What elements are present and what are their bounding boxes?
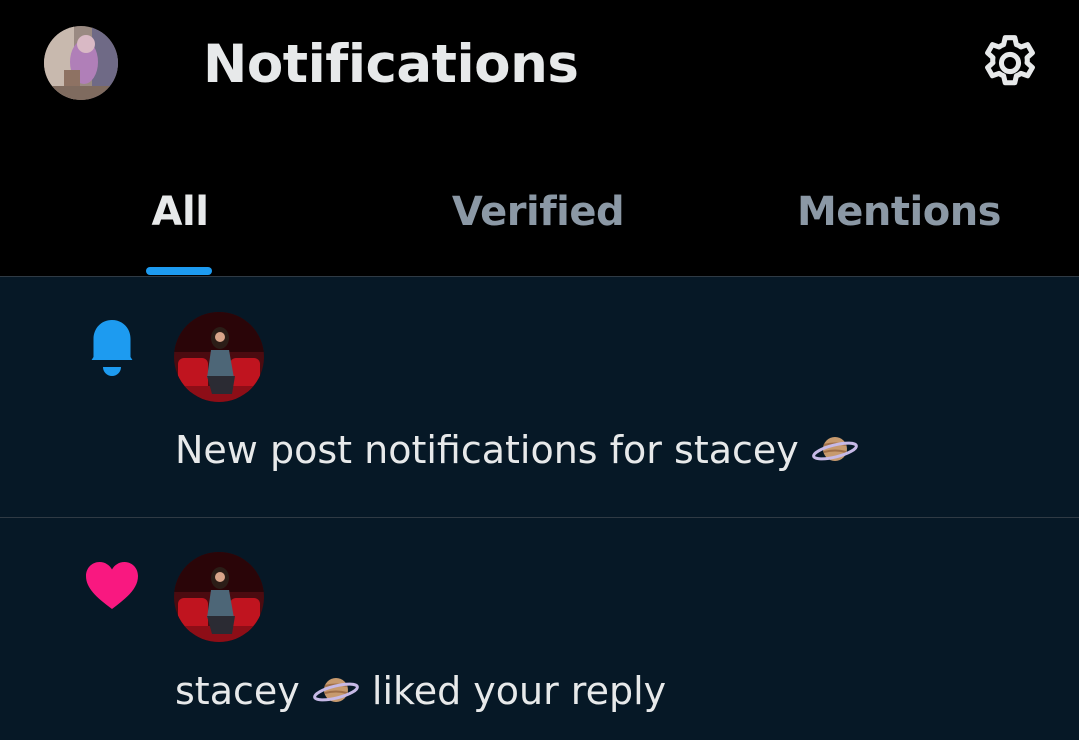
notification-text: stacey liked your reply xyxy=(175,666,666,716)
profile-avatar-image xyxy=(44,26,118,100)
user-name[interactable]: stacey xyxy=(674,428,799,472)
user-avatar[interactable] xyxy=(174,552,264,642)
notification-item[interactable]: stacey liked your reply xyxy=(0,518,1079,740)
page-title: Notifications xyxy=(203,34,579,95)
active-tab-indicator xyxy=(146,267,212,275)
notifications-screen: Notifications All Verified Mentions New … xyxy=(0,0,1079,740)
tab-verified-label: Verified xyxy=(451,189,625,235)
ringed-planet-emoji xyxy=(811,436,858,461)
tab-verified[interactable]: Verified xyxy=(358,170,718,276)
user-name[interactable]: stacey xyxy=(175,669,300,713)
user-avatar[interactable] xyxy=(174,312,264,402)
heart-icon xyxy=(82,557,142,617)
ringed-planet-emoji xyxy=(312,677,359,702)
gear-icon xyxy=(985,35,1035,86)
notification-tabs: All Verified Mentions xyxy=(0,170,1079,276)
top-header: Notifications All Verified Mentions xyxy=(0,0,1079,276)
profile-avatar-button[interactable] xyxy=(44,26,118,100)
tab-all[interactable]: All xyxy=(0,170,360,276)
tab-mentions[interactable]: Mentions xyxy=(719,170,1079,276)
notification-text: New post notifications for stacey xyxy=(175,425,859,475)
notification-item[interactable]: New post notifications for stacey xyxy=(0,277,1079,518)
notification-list: New post notifications for stacey stacey… xyxy=(0,276,1079,740)
notification-text-prefix: New post notifications for xyxy=(175,428,675,472)
tab-mentions-label: Mentions xyxy=(796,189,1002,235)
notification-text-suffix: liked your reply xyxy=(359,669,667,713)
tab-all-label: All xyxy=(151,189,209,235)
bell-icon xyxy=(82,317,142,377)
settings-button[interactable] xyxy=(978,31,1042,95)
